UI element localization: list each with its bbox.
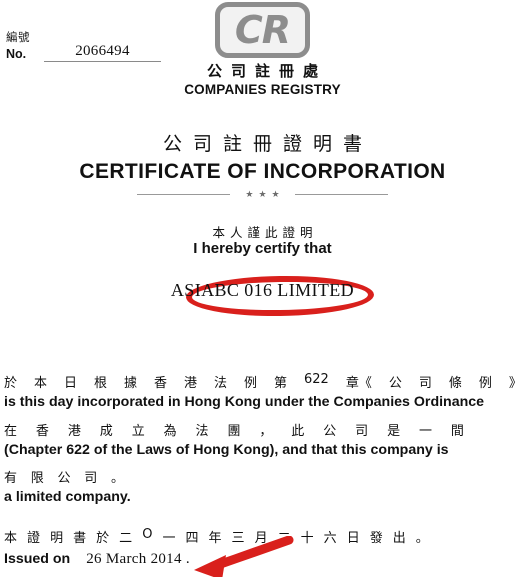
glyph: 成 [99,424,113,439]
glyph: 。 [415,531,429,546]
glyph: 公 [57,471,71,486]
body-paragraph-1-cn: 於 本 日 根 據 香 港 法 例 第 622 章《 公 司 條 例 》 [4,372,522,391]
glyph: 》 [508,376,522,391]
glyph: 根 [94,376,108,391]
glyph: 間 [450,424,464,439]
ornamental-divider: ★★★ [0,190,525,199]
glyph: 622 [304,372,329,387]
issued-on-label: Issued on [4,551,71,567]
glyph: 月 [254,531,268,546]
certificate-title-en: CERTIFICATE OF INCORPORATION [79,160,446,183]
glyph: 香 [35,424,49,439]
glyph: 證 [27,531,41,546]
glyph: 司 [355,424,369,439]
registry-name-en: COMPANIES REGISTRY [184,82,341,97]
glyph: 章《 [345,376,372,391]
body-paragraph-1-en: is this day incorporated in Hong Kong un… [4,394,485,410]
company-name-block: ASIABC 016 LIMITED [0,280,525,301]
glyph: 六 [323,531,337,546]
glyph: 司 [84,471,98,486]
divider-rule-right [294,194,388,195]
glyph: 本 [4,531,18,546]
glyph: 一 [418,424,432,439]
registry-name-cn: 公司註冊處 [206,62,327,80]
body-paragraph-2-cn: 在 香 港 成 立 為 法 團 ， 此 公 司 是 一 間 [4,420,464,439]
glyph: 於 [96,531,110,546]
glyph: 例 [478,376,492,391]
issued-on-row: Issued on 26 March 2014 . [4,551,522,568]
glyph: 限 [30,471,44,486]
certificate-title-cn: 公司註冊證明書 [162,133,373,155]
glyph: 團 [227,424,241,439]
glyph: 法 [214,376,228,391]
certificate-page: 編號 No. 2066494 CR 公司註冊處 COMPANIES REGIST… [0,0,525,577]
body-paragraph-2-en: (Chapter 622 of the Laws of Hong Kong), … [4,442,449,458]
glyph: 司 [418,376,432,391]
glyph: 二 [119,531,133,546]
glyph: 例 [244,376,258,391]
glyph: 於 [4,376,18,391]
glyph: 日 [64,376,78,391]
glyph: 第 [274,376,288,391]
glyph: 立 [131,424,145,439]
glyph: ， [259,424,273,439]
glyph: 本 [34,376,48,391]
glyph: 書 [73,531,87,546]
glyph: 二 [277,531,291,546]
glyph: 出 [392,531,406,546]
glyph: 為 [163,424,177,439]
divider-rule-left [137,194,231,195]
glyph: O [142,527,153,542]
glyph: 年 [208,531,222,546]
glyph: 明 [50,531,64,546]
issued-on-cn: 本證明書於二 O 一四年三月二十六日發出。 [4,527,429,546]
body-paragraph-3-cn: 有限公司。 [4,467,124,486]
cr-logo-icon: CR [215,2,310,58]
registry-logo-area: CR [0,2,525,63]
glyph: 條 [448,376,462,391]
glyph: 公 [323,424,337,439]
glyph: 港 [67,424,81,439]
body-paragraph-3-en: a limited company. [4,489,131,505]
issued-on-date: 26 March 2014 . [86,551,190,567]
body-paragraph-2: 在 香 港 成 立 為 法 團 ， 此 公 司 是 一 間 (Chapter 622 of the Laws… [4,420,522,458]
glyph: 四 [185,531,199,546]
glyph: 此 [291,424,305,439]
issued-on-block: 本證明書於二 O 一四年三月二十六日發出。 Issued on 26 March 2… [4,527,522,568]
divider-stars: ★★★ [245,189,285,199]
cr-logo-text: CR [234,8,291,52]
glyph: 一 [162,531,176,546]
glyph: 日 [346,531,360,546]
glyph: 十 [300,531,314,546]
glyph: 香 [154,376,168,391]
glyph: 據 [124,376,138,391]
company-name: ASIABC 016 LIMITED [170,280,355,300]
certify-statement-cn: 本人謹此證明 [212,225,318,240]
glyph: 有 [4,471,18,486]
body-paragraph-1: 於 本 日 根 據 香 港 法 例 第 622 章《 公 司 條 例 》 is this day incorpo… [4,372,522,410]
glyph: 。 [110,471,124,486]
glyph: 港 [184,376,198,391]
glyph: 發 [369,531,383,546]
body-paragraph-3: 有限公司。 a limited company. [4,467,522,505]
glyph: 是 [387,424,401,439]
glyph: 三 [231,531,245,546]
certify-statement-en: I hereby certify that [193,240,332,257]
glyph: 在 [4,424,18,439]
glyph: 公 [388,376,402,391]
glyph: 法 [195,424,209,439]
